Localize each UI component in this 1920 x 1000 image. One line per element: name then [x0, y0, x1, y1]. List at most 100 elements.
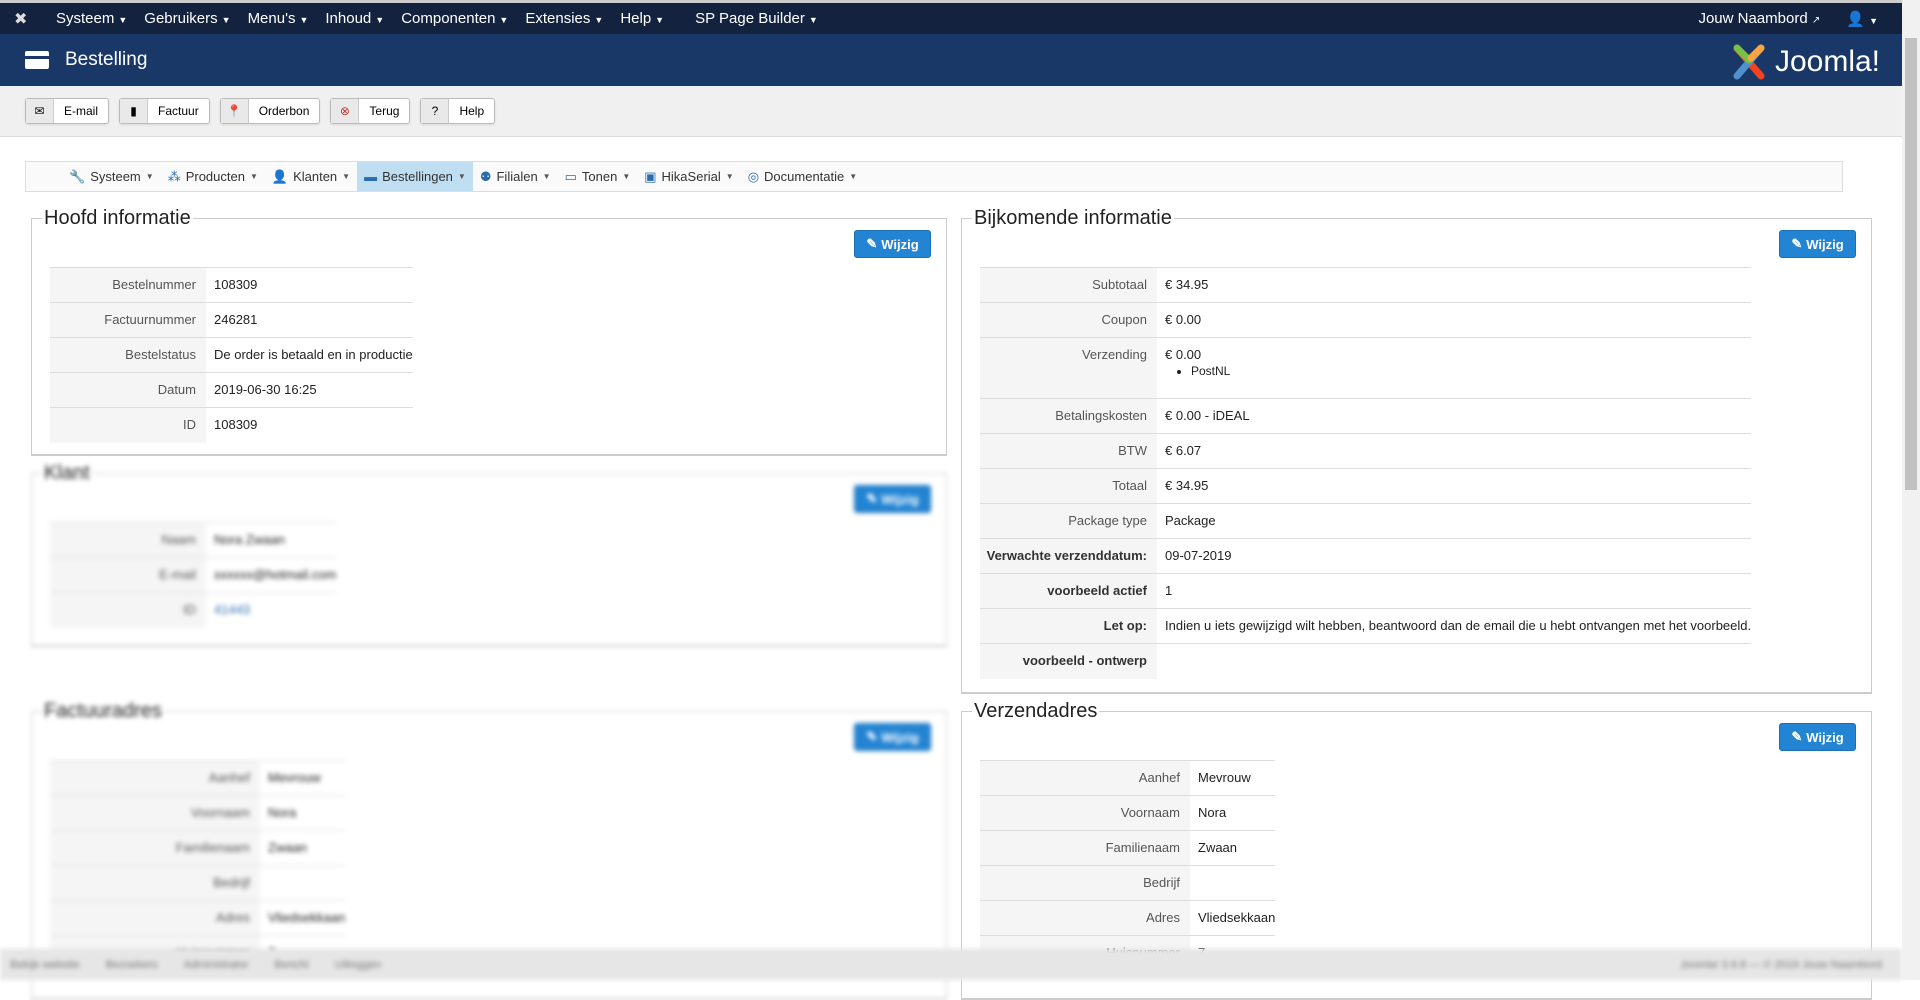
edit-button[interactable]: ✎ Wijzig — [1779, 723, 1856, 751]
edit-button[interactable]: ✎ Wijzig — [854, 230, 931, 258]
klant-panel: Klant ✎ Wijzig Naam Nora Zwaan E-mail xxxxxx… — [31, 462, 947, 647]
edit-button[interactable]: ✎ Wijzig — [854, 485, 931, 513]
topnav-item[interactable]: Inhoud ▼ — [325, 10, 384, 27]
value-text: Mevrouw — [268, 770, 321, 785]
row-value: € 34.95 — [1157, 267, 1752, 303]
topnav-item[interactable]: Extensies ▼ — [525, 10, 603, 27]
book-icon: ▮ — [120, 99, 149, 123]
caret-down-icon: ▼ — [342, 172, 351, 181]
envelope-icon: ✉ — [26, 99, 54, 123]
toolbar-button-help[interactable]: ? Help — [420, 98, 496, 124]
menu-item-producten[interactable]: ⁂ Producten ▼ — [161, 162, 265, 191]
row-value: Mevrouw — [260, 760, 346, 796]
toolbar-button-e-mail[interactable]: ✉ E-mail — [25, 98, 110, 124]
row-label: Familienaam — [980, 830, 1190, 866]
status-bar: Bekijk website Bezoekers Administrator Beri… — [0, 949, 1902, 980]
row-value: 09-07-2019 — [1157, 538, 1752, 574]
pencil-icon: ✎ — [866, 236, 878, 251]
status-item[interactable]: Administrator — [184, 959, 249, 971]
table-row: Betalingskosten € 0.00 - iDEAL — [980, 398, 1752, 434]
menu-item-filialen[interactable]: ⚉ Filialen ▼ — [473, 162, 558, 191]
caret-down-icon: ▼ — [221, 15, 231, 25]
status-item[interactable]: Uitloggen — [335, 959, 381, 971]
table-row: Familienaam Zwaan — [50, 830, 346, 866]
menu-item-klanten[interactable]: 👤 Klanten ▼ — [265, 162, 357, 191]
scrollbar-thumb[interactable] — [1905, 38, 1917, 490]
topnav-label: Menu's — [247, 10, 296, 27]
scrollbar[interactable] — [1902, 0, 1920, 980]
table-row: voorbeeld - ontwerp — [980, 643, 1752, 679]
row-label: Let op: — [980, 608, 1157, 644]
row-value: Zwaan — [260, 830, 346, 866]
topnav-label: Extensies — [525, 10, 591, 27]
value-text: 108309 — [214, 277, 258, 292]
info-table: Bestelnummer 108309 Factuurnummer 246281 Bes… — [50, 267, 413, 443]
row-value — [260, 865, 346, 901]
row-value: Mevrouw — [1190, 760, 1276, 796]
value-text: Nora — [268, 805, 297, 820]
value-text: xxxxxx@hotmail.com — [214, 567, 337, 582]
table-row: Factuurnummer 246281 — [50, 302, 413, 338]
pencil-icon: ✎ — [1791, 729, 1803, 744]
site-link[interactable]: Jouw Naambord ↗ — [1698, 10, 1820, 28]
question-icon: ? — [421, 99, 450, 123]
value-text: 246281 — [214, 312, 258, 327]
menu-item-tonen[interactable]: ▭ Tonen ▼ — [558, 162, 638, 191]
user-menu[interactable]: 👤 ▼ — [1846, 10, 1878, 28]
page-header: Bestelling Joomla! — [0, 34, 1902, 86]
joomla-icon[interactable]: ✖ — [14, 9, 38, 29]
table-row: Verwachte verzenddatum: 09-07-2019 — [980, 538, 1752, 574]
topnav-item[interactable]: SP Page Builder ▼ — [695, 10, 818, 27]
status-item[interactable]: Bericht — [274, 959, 308, 971]
topnav-label: Inhoud — [325, 10, 372, 27]
menu-label: HikaSerial — [661, 169, 721, 184]
caret-down-icon: ▼ — [542, 172, 551, 181]
row-label: Totaal — [980, 468, 1157, 504]
value-text: Package — [1165, 513, 1216, 528]
row-label: Bestelnummer — [50, 267, 206, 303]
menu-item-systeem[interactable]: 🔧 Systeem ▼ — [62, 162, 161, 191]
row-value: 2019-06-30 16:25 — [206, 372, 413, 408]
menu-label: Tonen — [581, 169, 618, 184]
toolbar-button-terug[interactable]: ⊗ Terug — [330, 98, 411, 124]
toolbar-button-factuur[interactable]: ▮ Factuur — [119, 98, 210, 124]
menu-item-documentatie[interactable]: ◎ Documentatie ▼ — [741, 162, 864, 191]
status-item[interactable]: Bekijk website — [10, 959, 80, 971]
value-text: Zwaan — [1198, 840, 1238, 855]
value-text: Nora Zwaan — [214, 532, 285, 547]
button-label: Factuur — [158, 104, 199, 118]
row-label: Verwachte verzenddatum: — [980, 538, 1157, 574]
topnav-label: Systeem — [56, 10, 115, 27]
value-text: 41443 — [214, 602, 251, 617]
edit-button[interactable]: ✎ Wijzig — [1779, 230, 1856, 258]
value-text: € 34.95 — [1165, 478, 1209, 493]
table-row: Totaal € 34.95 — [980, 468, 1752, 504]
edit-button[interactable]: ✎ Wijzig — [854, 723, 931, 751]
topnav-item[interactable]: Systeem ▼ — [56, 10, 127, 27]
menu-item-bestellingen[interactable]: ▬ Bestellingen ▼ — [357, 162, 473, 191]
value-text: € 0.00 — [1165, 312, 1202, 327]
row-value: 108309 — [206, 267, 413, 303]
table-row: Verzending € 0.00 PostNL — [980, 337, 1752, 399]
panel-title: Klant — [44, 462, 90, 484]
row-value: 1 — [1157, 573, 1752, 609]
component-menu: 🔧 Systeem ▼ ⁂ Producten ▼ 👤 Klanten ▼ ▬ Bestelling… — [25, 161, 1843, 192]
menu-item-hikaserial[interactable]: ▣ HikaSerial ▼ — [637, 162, 740, 191]
topnav-item[interactable]: Componenten ▼ — [401, 10, 508, 27]
value-text: Mevrouw — [1198, 770, 1251, 785]
info-table: Aanhef Mevrouw Voornaam Nora Familienaam Zwaa… — [980, 760, 1276, 971]
row-value: 41443 — [206, 592, 337, 628]
row-label: Aanhef — [980, 760, 1190, 796]
topnav-item[interactable]: Help ▼ — [620, 10, 664, 27]
value-text: 09-07-2019 — [1165, 548, 1232, 563]
status-item[interactable]: Bezoekers — [106, 959, 158, 971]
cubes-icon: ⁂ — [167, 168, 181, 184]
topnav-item[interactable]: Menu's ▼ — [248, 10, 309, 27]
value-text: € 34.95 — [1165, 277, 1209, 292]
info-table: Subtotaal € 34.95 Coupon € 0.00 Verzending € … — [980, 267, 1752, 679]
toolbar-button-orderbon[interactable]: 📍 Orderbon — [219, 98, 321, 124]
external-link-icon: ↗ — [1811, 14, 1821, 26]
topnav-item[interactable]: Gebruikers ▼ — [144, 10, 230, 27]
table-row: Package type Package — [980, 503, 1752, 539]
panel-title: Verzendadres — [974, 700, 1098, 722]
